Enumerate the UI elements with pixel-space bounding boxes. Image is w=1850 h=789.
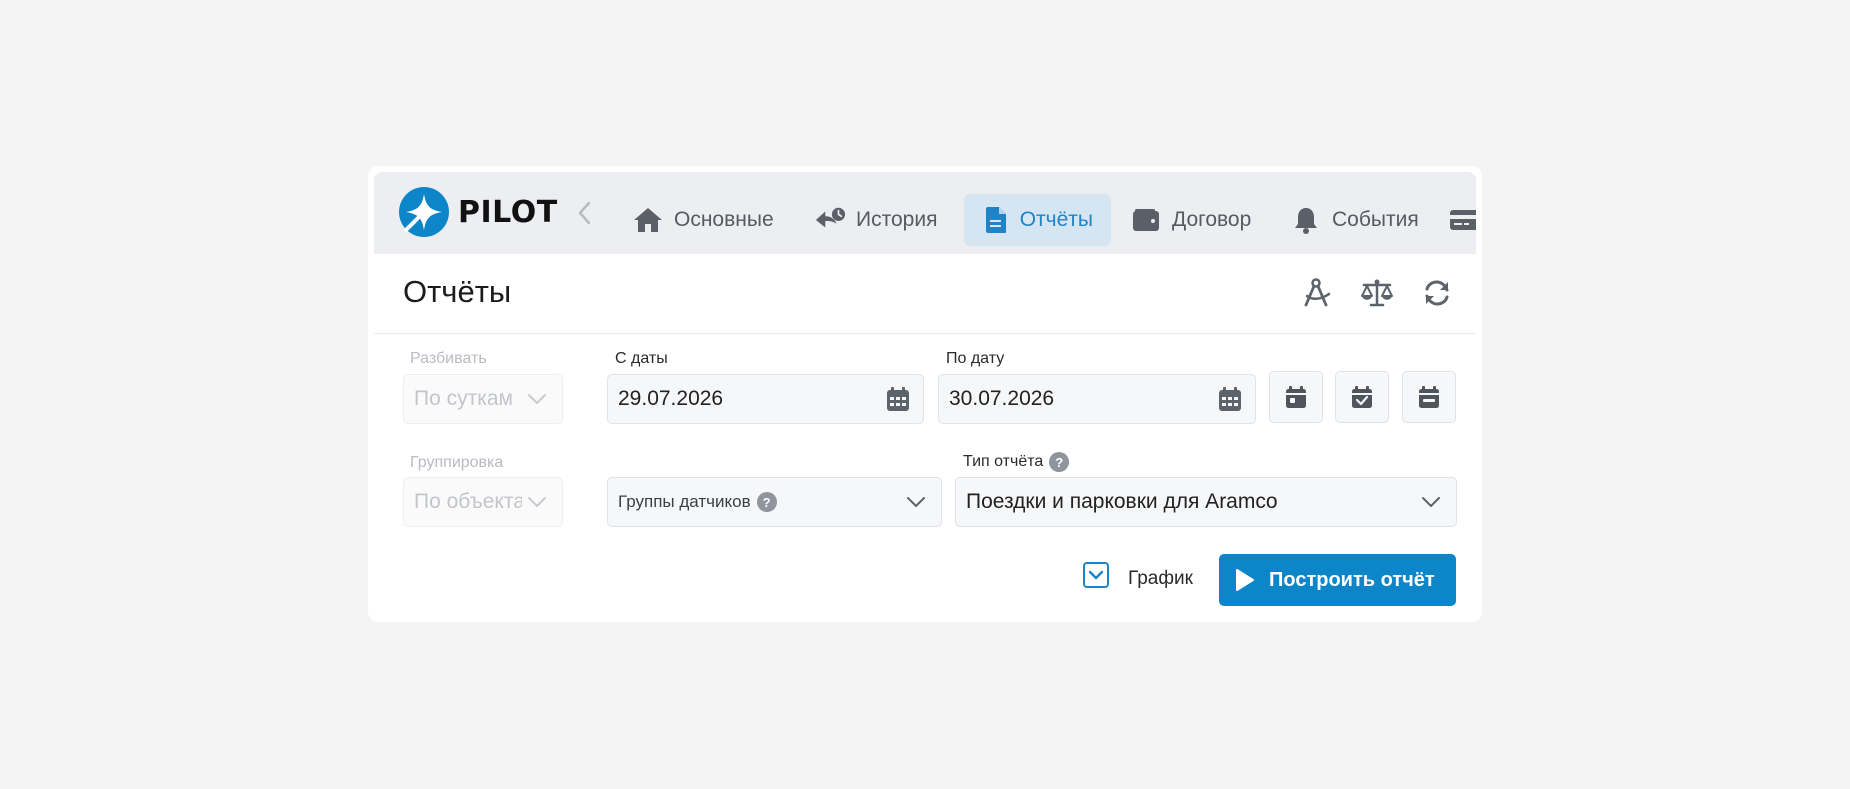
calendar-check-icon <box>1352 386 1372 408</box>
check-icon <box>1088 570 1104 580</box>
nav-item-main[interactable]: Основные <box>614 194 792 246</box>
date-from-input[interactable]: 29.07.2026 <box>607 374 924 424</box>
history-icon <box>814 204 846 236</box>
page-actions <box>1300 276 1454 310</box>
nav-item-label: Отчёты <box>1019 208 1093 231</box>
compare-button[interactable] <box>1360 276 1394 310</box>
nav-item-events[interactable]: События <box>1272 194 1437 246</box>
date-to-input[interactable]: 30.07.2026 <box>938 374 1256 424</box>
nav-item-label: Основные <box>674 208 774 231</box>
calendar-day-icon <box>1286 386 1306 408</box>
reports-panel: PILOT Основные История Отчёты Договор Со… <box>368 166 1482 622</box>
header-divider <box>374 333 1476 334</box>
document-icon <box>982 204 1010 236</box>
logo-text: PILOT <box>458 194 558 230</box>
date-from-value: 29.07.2026 <box>618 387 724 410</box>
date-to-value: 30.07.2026 <box>949 387 1055 410</box>
pilot-logo-icon <box>399 187 449 237</box>
bell-icon <box>1290 204 1322 236</box>
compass-button[interactable] <box>1300 276 1334 310</box>
chart-checkbox[interactable] <box>1083 562 1109 588</box>
grouping-value: По объектам <box>414 490 522 513</box>
nav-item-label: Договор <box>1172 208 1252 231</box>
week-button[interactable] <box>1402 371 1456 423</box>
help-icon[interactable]: ? <box>756 492 777 512</box>
date-to-label: По дату <box>946 350 1005 367</box>
chevron-down-icon <box>522 384 552 414</box>
split-select: По суткам <box>403 374 563 424</box>
play-icon <box>1235 568 1255 592</box>
nav-item-contract[interactable]: Договор <box>1112 194 1269 246</box>
page-title: Отчёты <box>403 274 512 309</box>
logo[interactable]: PILOT <box>398 186 558 238</box>
credit-card-icon <box>1448 204 1476 236</box>
nav-item-history[interactable]: История <box>796 194 955 246</box>
calendar-icon[interactable] <box>1215 384 1245 414</box>
grouping-label: Группировка <box>410 454 504 471</box>
compass-icon <box>1304 278 1331 307</box>
report-type-select[interactable]: Поездки и парковки для Aramco <box>955 477 1457 527</box>
help-icon[interactable]: ? <box>1049 452 1070 472</box>
home-icon <box>632 204 664 236</box>
today-button[interactable] <box>1269 371 1323 423</box>
report-type-label-text: Тип отчёта <box>963 453 1044 470</box>
chevron-down-icon <box>522 487 552 517</box>
split-label: Разбивать <box>410 350 487 367</box>
nav-item-payment[interactable] <box>1430 194 1476 246</box>
nav-item-reports[interactable]: Отчёты <box>964 194 1111 246</box>
chevron-left-icon <box>578 201 591 225</box>
calendar-icon[interactable] <box>883 384 913 414</box>
refresh-button[interactable] <box>1420 276 1454 310</box>
nav-back-button[interactable] <box>574 199 594 227</box>
build-report-button[interactable]: Построить отчёт <box>1219 554 1456 606</box>
sensor-groups-select[interactable]: Группы датчиков ? <box>607 477 942 527</box>
nav-item-label: История <box>856 208 938 231</box>
chevron-down-icon <box>901 487 931 517</box>
top-navigation: PILOT Основные История Отчёты Договор Со… <box>374 172 1476 254</box>
nav-item-label: События <box>1332 208 1419 231</box>
build-report-label: Построить отчёт <box>1269 568 1435 591</box>
scales-icon <box>1361 279 1393 307</box>
wallet-icon <box>1130 204 1162 236</box>
sensor-groups-placeholder: Группы датчиков <box>618 492 751 511</box>
chart-checkbox-label: График <box>1128 568 1193 589</box>
report-type-value: Поездки и парковки для Aramco <box>966 490 1278 513</box>
calendar-minus-icon <box>1419 386 1439 408</box>
refresh-icon <box>1425 280 1449 306</box>
report-type-label: Тип отчёта ? <box>963 452 1070 472</box>
split-value: По суткам <box>414 387 513 410</box>
date-from-label: С даты <box>615 350 668 367</box>
grouping-select: По объектам <box>403 477 563 527</box>
yesterday-button[interactable] <box>1335 371 1389 423</box>
chevron-down-icon <box>1416 487 1446 517</box>
